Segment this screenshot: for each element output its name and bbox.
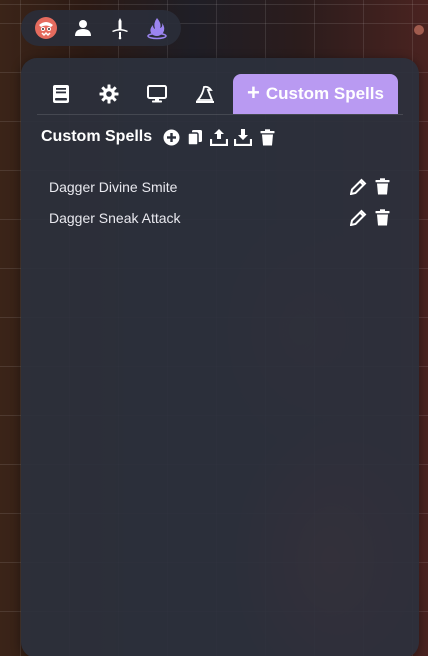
list-item[interactable]: Dagger Sneak Attack bbox=[49, 202, 391, 233]
delete-spell-button[interactable] bbox=[373, 178, 391, 196]
tab-display[interactable] bbox=[133, 74, 181, 114]
mode-combat-button[interactable] bbox=[105, 13, 135, 43]
tab-custom-spells[interactable]: + Custom Spells bbox=[233, 74, 398, 114]
tab-spellbook[interactable] bbox=[37, 74, 85, 114]
wizard-hat-icon bbox=[196, 85, 214, 103]
tab-custom-spells-label: Custom Spells bbox=[265, 84, 384, 103]
delete-all-button[interactable] bbox=[258, 128, 276, 146]
mode-magic-button[interactable] bbox=[142, 13, 172, 43]
section-title: Custom Spells bbox=[41, 128, 153, 145]
copy-icon bbox=[187, 129, 203, 146]
pencil-icon bbox=[349, 209, 366, 226]
spell-name: Dagger Divine Smite bbox=[49, 178, 178, 195]
trash-icon bbox=[375, 209, 389, 226]
book-icon bbox=[53, 85, 69, 103]
list-item[interactable]: Dagger Divine Smite bbox=[49, 171, 391, 202]
add-circle-icon bbox=[163, 129, 180, 145]
mode-toolbar bbox=[21, 10, 181, 46]
trash-icon bbox=[375, 178, 389, 195]
sword-icon bbox=[111, 18, 128, 40]
pencil-icon bbox=[349, 178, 366, 195]
edit-spell-button[interactable] bbox=[349, 209, 367, 227]
person-icon bbox=[74, 20, 91, 36]
tab-wizard[interactable] bbox=[181, 74, 229, 114]
edit-spell-button[interactable] bbox=[349, 178, 367, 196]
map-token-dot bbox=[414, 25, 424, 35]
download-icon bbox=[234, 129, 253, 146]
export-spell-button[interactable] bbox=[210, 128, 229, 146]
upload-icon bbox=[210, 129, 229, 146]
import-spell-button[interactable] bbox=[234, 128, 253, 146]
monster-face-icon bbox=[34, 17, 57, 39]
spell-list: Dagger Divine Smite Dagger Sneak Attack bbox=[49, 171, 391, 233]
row-actions bbox=[349, 209, 391, 227]
magic-fire-icon bbox=[146, 18, 167, 40]
row-actions bbox=[349, 178, 391, 196]
spell-panel: + Custom Spells Custom Spells Dagger Div… bbox=[21, 58, 419, 656]
plus-icon: + bbox=[247, 80, 260, 105]
trash-icon bbox=[260, 128, 275, 145]
add-spell-button[interactable] bbox=[162, 128, 180, 146]
tab-settings[interactable] bbox=[85, 74, 133, 114]
monitor-icon bbox=[147, 85, 167, 103]
panel-tabs: + Custom Spells bbox=[37, 74, 403, 115]
mode-monster-button[interactable] bbox=[31, 13, 61, 43]
spell-name: Dagger Sneak Attack bbox=[49, 209, 181, 226]
copy-spell-button[interactable] bbox=[186, 128, 204, 146]
gear-icon bbox=[99, 84, 119, 104]
section-header: Custom Spells bbox=[41, 128, 276, 146]
mode-character-button[interactable] bbox=[68, 13, 98, 43]
delete-spell-button[interactable] bbox=[373, 209, 391, 227]
